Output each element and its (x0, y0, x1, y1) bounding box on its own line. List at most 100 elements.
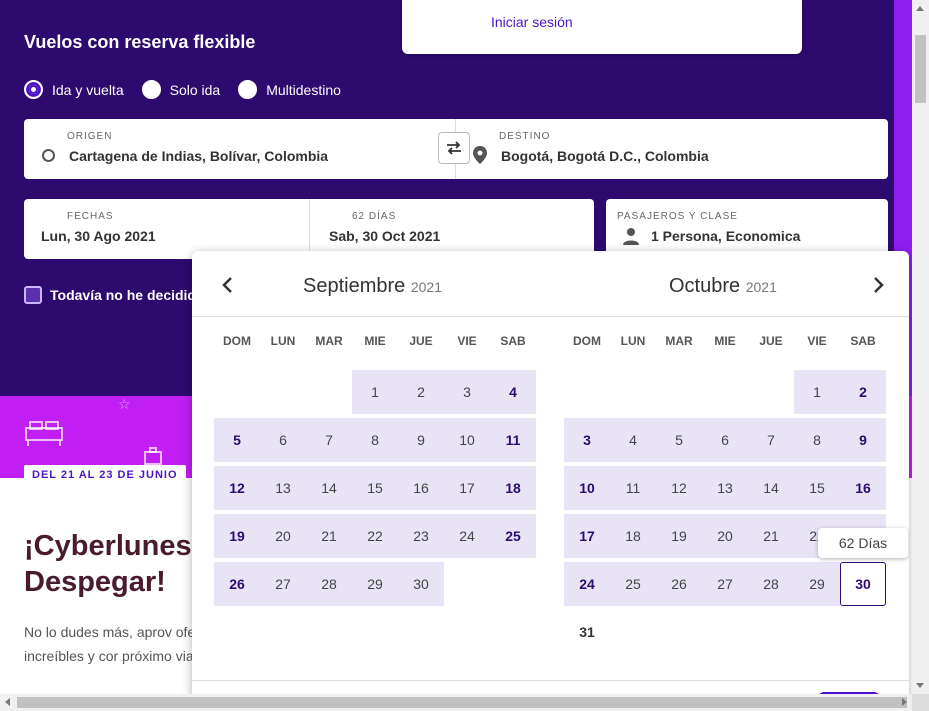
calendar-day[interactable]: 2 (398, 370, 444, 414)
calendar-day[interactable]: 7 (306, 418, 352, 462)
calendar-day[interactable]: 27 (702, 562, 748, 606)
map-pin-icon (473, 146, 487, 164)
trip-type-roundtrip[interactable]: Ida y vuelta (24, 80, 124, 99)
trip-type-multidestination[interactable]: Multidestino (238, 80, 341, 99)
bed-icon (25, 421, 63, 446)
calendar-day[interactable]: 13 (260, 466, 306, 510)
calendar-day[interactable]: 12 (656, 466, 702, 510)
calendar-day[interactable]: 30 (398, 562, 444, 606)
origin-label: ORIGEN (67, 131, 113, 142)
scroll-down-icon[interactable] (916, 683, 924, 688)
calendar-day[interactable]: 5 (214, 418, 260, 462)
calendar-day[interactable]: 29 (352, 562, 398, 606)
calendar-day[interactable]: 3 (564, 418, 610, 462)
calendar-day[interactable]: 17 (564, 514, 610, 558)
calendar-day[interactable]: 17 (444, 466, 490, 510)
prev-month-button[interactable] (216, 273, 240, 297)
calendar-day[interactable]: 14 (306, 466, 352, 510)
calendar-day[interactable]: 18 (610, 514, 656, 558)
calendar-day[interactable]: 28 (748, 562, 794, 606)
calendar-day[interactable]: 26 (214, 562, 260, 606)
calendar-day[interactable]: 21 (306, 514, 352, 558)
scrollbar-thumb[interactable] (17, 697, 907, 708)
page: Vuelos con reserva flexible Ida y vuelta… (0, 0, 912, 694)
calendar-day[interactable]: 16 (398, 466, 444, 510)
calendar-day[interactable]: 14 (748, 466, 794, 510)
calendar-day[interactable]: 22 (352, 514, 398, 558)
calendar-day[interactable]: 10 (564, 466, 610, 510)
calendar-day[interactable]: 16 (840, 466, 886, 510)
calendar-day[interactable]: 31 (564, 610, 610, 654)
month-title-october: Octubre 2021 (669, 275, 777, 298)
destination-field[interactable]: Bogotá, Bogotá D.C., Colombia (501, 148, 709, 164)
calendar-day[interactable]: 15 (794, 466, 840, 510)
scroll-up-icon[interactable] (916, 6, 924, 11)
dates-field[interactable]: FECHAS Lun, 30 Ago 2021 62 DÍAS Sab, 30 … (24, 199, 594, 259)
calendar-day[interactable]: 19 (214, 514, 260, 558)
next-month-button[interactable] (866, 273, 890, 297)
calendar-day[interactable]: 15 (352, 466, 398, 510)
month-year: 2021 (410, 279, 442, 295)
calendar-day-selected[interactable]: 30 (840, 562, 886, 606)
calendar-day[interactable]: 8 (794, 418, 840, 462)
calendar-day[interactable]: 28 (306, 562, 352, 606)
scroll-left-icon[interactable] (5, 698, 10, 706)
weekday-header: JUE (409, 334, 433, 348)
calendar-day[interactable]: 27 (260, 562, 306, 606)
scroll-right-icon[interactable] (902, 698, 907, 706)
calendar-day[interactable]: 7 (748, 418, 794, 462)
calendar-day[interactable]: 4 (610, 418, 656, 462)
trip-duration-label: 62 DÍAS (352, 211, 397, 222)
trip-type-label: Ida y vuelta (52, 81, 124, 98)
swap-arrows-icon (447, 141, 461, 155)
weekday-header: LUN (620, 334, 646, 348)
trip-type-oneway[interactable]: Solo ida (141, 80, 220, 99)
vertical-scrollbar[interactable] (912, 0, 929, 694)
destination-label: DESTINO (499, 131, 551, 142)
calendar-day[interactable]: 20 (260, 514, 306, 558)
calendar-day[interactable]: 13 (702, 466, 748, 510)
passengers-field[interactable]: PASAJEROS Y CLASE 1 Persona, Economica (606, 199, 888, 259)
calendar-day[interactable]: 26 (656, 562, 702, 606)
calendar-day[interactable]: 24 (444, 514, 490, 558)
calendar-day[interactable]: 9 (398, 418, 444, 462)
calendar-day[interactable]: 4 (490, 370, 536, 414)
departure-date[interactable]: Lun, 30 Ago 2021 (41, 228, 156, 244)
calendar-day[interactable]: 23 (398, 514, 444, 558)
month-name: Septiembre (303, 275, 406, 297)
horizontal-scrollbar[interactable] (0, 694, 912, 711)
calendar-day[interactable]: 12 (214, 466, 260, 510)
scrollbar-thumb[interactable] (915, 35, 926, 103)
divider (309, 199, 310, 259)
calendar-day[interactable]: 2 (840, 370, 886, 414)
calendar-day[interactable]: 25 (490, 514, 536, 558)
calendar-day[interactable]: 11 (610, 466, 656, 510)
calendar-day[interactable]: 11 (490, 418, 536, 462)
calendar-day[interactable]: 10 (444, 418, 490, 462)
search-title: Vuelos con reserva flexible (24, 32, 256, 52)
calendar-day[interactable]: 8 (352, 418, 398, 462)
calendar-day[interactable]: 3 (444, 370, 490, 414)
origin-field[interactable]: Cartagena de Indias, Bolívar, Colombia (69, 148, 328, 164)
calendar-day[interactable]: 19 (656, 514, 702, 558)
weekday-header: MAR (665, 334, 693, 348)
calendar-day[interactable]: 29 (794, 562, 840, 606)
calendar-day[interactable]: 5 (656, 418, 702, 462)
calendar-day[interactable]: 24 (564, 562, 610, 606)
calendar-day[interactable]: 25 (610, 562, 656, 606)
calendar-day[interactable]: 18 (490, 466, 536, 510)
date-picker: Septiembre 2021 Octubre 2021 DOM LUN MAR MI… (192, 251, 909, 694)
calendar-day[interactable]: 20 (702, 514, 748, 558)
weekday-header: JUE (759, 334, 783, 348)
swap-route-button[interactable] (438, 132, 470, 164)
undecided-checkbox[interactable]: Todavía no he decidido (24, 286, 205, 304)
login-link[interactable]: Iniciar sesión (491, 14, 573, 30)
calendar-day[interactable]: 21 (748, 514, 794, 558)
return-date[interactable]: Sab, 30 Oct 2021 (329, 228, 440, 244)
calendar-day[interactable]: 6 (260, 418, 306, 462)
calendar-day[interactable]: 1 (352, 370, 398, 414)
calendar-day[interactable]: 9 (840, 418, 886, 462)
month-year: 2021 (745, 279, 777, 295)
calendar-day[interactable]: 1 (794, 370, 840, 414)
calendar-day[interactable]: 6 (702, 418, 748, 462)
